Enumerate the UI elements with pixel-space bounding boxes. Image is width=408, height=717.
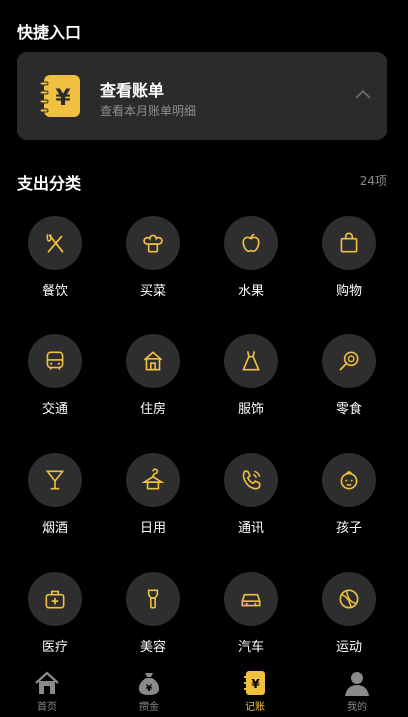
category-label: 餐饮 (41, 284, 68, 299)
category-label: 购物 (335, 284, 362, 299)
category-item[interactable]: 汽车 (202, 560, 300, 660)
tab-label: 攒金 (139, 702, 159, 713)
quick-entry-title: 快捷入口 (17, 23, 82, 42)
cocktail-icon (28, 453, 82, 507)
tab-user[interactable]: 我的 (308, 667, 406, 717)
svg-text:¥: ¥ (146, 684, 153, 694)
ledger-yen-icon: ¥ (39, 75, 80, 117)
phone-icon (224, 453, 278, 507)
ledger-yen-icon: ¥ (244, 671, 265, 695)
tab-bar: 首页 ¥ 攒金 ¥ 记账 我的 (0, 667, 408, 717)
tab-label: 记账 (245, 702, 265, 713)
bus-icon (28, 334, 82, 388)
category-item[interactable]: 运动 (300, 560, 398, 660)
category-label: 运动 (335, 640, 362, 655)
hanger-icon (126, 453, 180, 507)
category-label: 烟酒 (41, 521, 68, 536)
category-label: 服饰 (237, 402, 264, 417)
category-item[interactable]: 日用 (104, 441, 202, 541)
medical-kit-icon (28, 572, 82, 626)
category-item[interactable]: 买菜 (104, 204, 202, 304)
dress-icon (224, 334, 278, 388)
category-label: 日用 (139, 521, 166, 536)
category-label: 住房 (139, 402, 166, 417)
ball-icon (322, 572, 376, 626)
baby-icon (322, 453, 376, 507)
category-item[interactable]: 住房 (104, 322, 202, 422)
category-label: 美容 (139, 640, 166, 655)
category-item[interactable]: 美容 (104, 560, 202, 660)
expense-category-title: 支出分类 (17, 174, 82, 193)
category-label: 通讯 (237, 521, 264, 536)
category-label: 汽车 (237, 640, 264, 655)
chevron-up-icon[interactable] (355, 88, 371, 100)
tab-ledger-yen[interactable]: ¥ 记账 (206, 667, 304, 717)
beauty-icon (126, 572, 180, 626)
card-subtitle: 查看本月账单明细 (100, 104, 197, 118)
fruit-icon (224, 216, 278, 270)
category-label: 水果 (237, 284, 264, 299)
category-label: 交通 (41, 402, 68, 417)
shopping-bag-icon (322, 216, 376, 270)
tab-home[interactable]: 首页 (0, 667, 96, 717)
category-label: 孩子 (335, 521, 362, 536)
groceries-icon (126, 216, 180, 270)
car-icon (224, 572, 278, 626)
category-item[interactable]: 餐饮 (6, 204, 104, 304)
lollipop-icon (322, 334, 376, 388)
category-label: 零食 (335, 402, 362, 417)
category-item[interactable]: 交通 (6, 322, 104, 422)
user-icon (345, 672, 369, 696)
home-icon (35, 671, 59, 694)
tab-money-bag[interactable]: ¥ 攒金 (100, 667, 198, 717)
category-item[interactable]: 购物 (300, 204, 398, 304)
category-item[interactable]: 零食 (300, 322, 398, 422)
category-item[interactable]: 水果 (202, 204, 300, 304)
category-item[interactable]: 孩子 (300, 441, 398, 541)
category-item[interactable]: 医疗 (6, 560, 104, 660)
tab-label: 首页 (37, 702, 57, 713)
category-item[interactable]: 通讯 (202, 441, 300, 541)
card-title: 查看账单 (100, 81, 165, 100)
tab-label: 我的 (347, 702, 367, 713)
category-count: 24项 (359, 174, 387, 188)
house-icon (126, 334, 180, 388)
money-bag-icon: ¥ (138, 673, 160, 695)
category-item[interactable]: 烟酒 (6, 441, 104, 541)
category-item[interactable]: 服饰 (202, 322, 300, 422)
view-bill-card[interactable]: ¥ 查看账单 查看本月账单明细 (17, 52, 387, 140)
svg-text:¥: ¥ (55, 86, 71, 111)
category-label: 买菜 (139, 284, 166, 299)
dining-icon (28, 216, 82, 270)
category-label: 医疗 (41, 640, 68, 655)
svg-text:¥: ¥ (251, 677, 260, 691)
